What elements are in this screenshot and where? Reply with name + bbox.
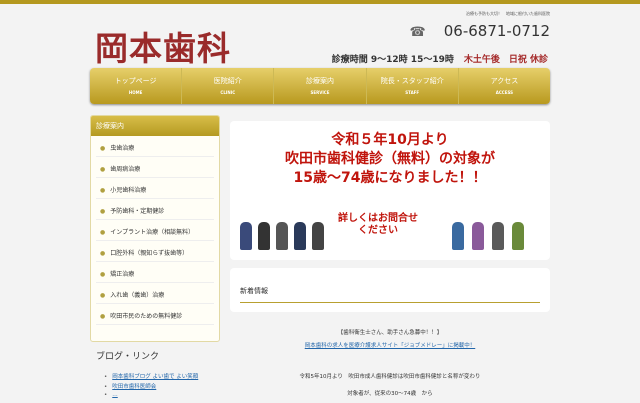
blog-link[interactable]: 岡本歯科ブログ よい歯で よい笑顔	[104, 372, 198, 382]
tagline: 治療も予防も大切！ 地域に根付いた歯科医院	[466, 11, 550, 16]
office-hours: 診療時間 9〜12時 15〜19時 木土午後 日祝 休診	[332, 52, 548, 65]
blog-links-heading: ブログ・リンク	[96, 352, 160, 362]
person-illustration	[512, 222, 524, 250]
banner-sub-line: ください	[358, 225, 398, 236]
main-nav: トップページ HOME 医院紹介 CLINIC 診療案内 SERVICE 院長・スタッ…	[90, 68, 550, 104]
bullet-icon: ●	[100, 229, 106, 236]
sidebar-item[interactable]: ● 吹田市民のための無料健診	[96, 304, 214, 325]
nav-home[interactable]: トップページ HOME	[90, 68, 183, 104]
sidebar-item[interactable]: ● 小児歯科治療	[96, 178, 214, 199]
nav-access[interactable]: アクセス ACCESS	[459, 68, 550, 104]
blog-link[interactable]: …	[104, 392, 198, 402]
top-accent-bar	[0, 0, 640, 4]
sidebar-item[interactable]: ● 虫歯治療	[96, 136, 214, 157]
person-illustration	[258, 222, 270, 250]
nav-sublabel: HOME	[128, 90, 143, 95]
nav-sublabel: CLINIC	[220, 90, 236, 95]
phone-text: 06-6871-0712	[443, 22, 550, 40]
sidebar-item-label: 口腔外科（親知らず抜歯等）	[110, 250, 189, 257]
bullet-icon: ●	[100, 271, 106, 278]
sidebar-item[interactable]: ● 歯周病治療	[96, 157, 214, 178]
news-heading: 新着情報	[240, 287, 268, 295]
recruit-text: 【歯科衛生士さん、助手さん急募中！！】	[337, 330, 443, 336]
person-illustration	[276, 222, 288, 250]
sidebar-item-label: 入れ歯（義歯）治療	[110, 292, 165, 299]
nav-label: トップページ	[114, 77, 157, 85]
news-section: 新着情報	[230, 268, 550, 312]
blog-link[interactable]: 吹田市歯科医師会	[104, 382, 198, 392]
nav-sublabel: SERVICE	[310, 90, 330, 95]
sidebar-item[interactable]: ● 口腔外科（親知らず抜歯等）	[96, 241, 214, 262]
banner-line: 吹田市歯科健診（無料）の対象が	[285, 151, 495, 167]
banner-line: 令和５年10月より	[331, 132, 449, 148]
banner-line: 15歳〜74歳になりました！！	[293, 170, 487, 186]
bullet-icon: ●	[100, 166, 106, 173]
bullet-icon: ●	[100, 250, 106, 257]
phone-number: ☎ 06-6871-0712	[410, 22, 550, 40]
bullet-icon: ●	[100, 313, 106, 320]
bullet-icon: ●	[100, 292, 106, 299]
nav-label: アクセス	[490, 77, 519, 85]
sidebar-item-label: インプラント治療（相談無料）	[110, 229, 195, 236]
phone-icon: ☎	[409, 25, 426, 40]
person-illustration	[294, 222, 306, 250]
person-illustration	[312, 222, 324, 250]
banner-sub-line: 詳しくはお問合せ	[338, 213, 418, 224]
sidebar-item-label: 予防歯科・定期健診	[110, 208, 165, 215]
nav-staff[interactable]: 院長・スタッフ紹介 STAFF	[367, 68, 459, 104]
nav-label: 院長・スタッフ紹介	[380, 77, 444, 85]
nav-sublabel: STAFF	[405, 90, 420, 95]
sidebar-item[interactable]: ● 矯正治療	[96, 262, 214, 283]
content-text: 令和5年10月より 吹田市成人歯科健診は吹田市歯科健診と名称が変わり 対象者が、…	[230, 369, 550, 403]
sidebar-item[interactable]: ● 予防歯科・定期健診	[96, 199, 214, 220]
sidebar-item-label: 矯正治療	[110, 271, 135, 278]
person-illustration	[472, 222, 484, 250]
person-illustration	[492, 222, 504, 250]
banner-contact: 詳しくはお問合せ ください	[338, 213, 418, 237]
nav-service[interactable]: 診療案内 SERVICE	[274, 68, 367, 104]
service-sidebar: 診療案内 ● 虫歯治療 ● 歯周病治療 ● 小児歯科治療 ● 予防歯科・定期健診 ● イン…	[90, 115, 220, 342]
blog-links-list: 岡本歯科ブログ よい歯で よい笑顔 吹田市歯科医師会 …	[104, 372, 198, 402]
person-illustration	[452, 222, 464, 250]
recruit-notice: 【歯科衛生士さん、助手さん急募中！！】 岡本歯科の求人を医療介護求人サイト「ジョ…	[230, 327, 550, 353]
content-line: 対象者が、従来の30〜74歳 から	[347, 391, 433, 397]
logo[interactable]: 岡本歯科	[95, 22, 231, 70]
nav-sublabel: ACCESS	[495, 90, 514, 95]
checkup-banner[interactable]: 令和５年10月より 吹田市歯科健診（無料）の対象が 15歳〜74歳になりました！…	[230, 121, 550, 260]
sidebar-item[interactable]: ● インプラント治療（相談無料）	[96, 220, 214, 241]
closed-days: 木土午後 日祝 休診	[463, 55, 548, 65]
content-line: 令和5年10月より 吹田市成人歯科健診は吹田市歯科健診と名称が変わり	[299, 374, 481, 380]
sidebar-item-label: 小児歯科治療	[110, 187, 147, 194]
news-divider	[240, 302, 540, 303]
bullet-icon: ●	[100, 187, 106, 194]
bullet-icon: ●	[100, 208, 106, 215]
nav-label: 診療案内	[306, 77, 334, 85]
nav-label: 医院紹介	[213, 77, 242, 85]
sidebar-item-label: 歯周病治療	[110, 166, 141, 173]
sidebar-title: 診療案内	[91, 116, 219, 136]
sidebar-item-label: 虫歯治療	[110, 145, 135, 152]
sidebar-item[interactable]: ● 入れ歯（義歯）治療	[96, 283, 214, 304]
bullet-icon: ●	[100, 145, 106, 152]
person-illustration	[240, 222, 252, 250]
nav-clinic[interactable]: 医院紹介 CLINIC	[182, 68, 275, 104]
hours-text: 診療時間 9〜12時 15〜19時	[331, 55, 454, 65]
sidebar-item-label: 吹田市民のための無料健診	[110, 313, 183, 320]
recruit-link[interactable]: 岡本歯科の求人を医療介護求人サイト「ジョブメドレー」に掲載中！	[305, 343, 476, 349]
